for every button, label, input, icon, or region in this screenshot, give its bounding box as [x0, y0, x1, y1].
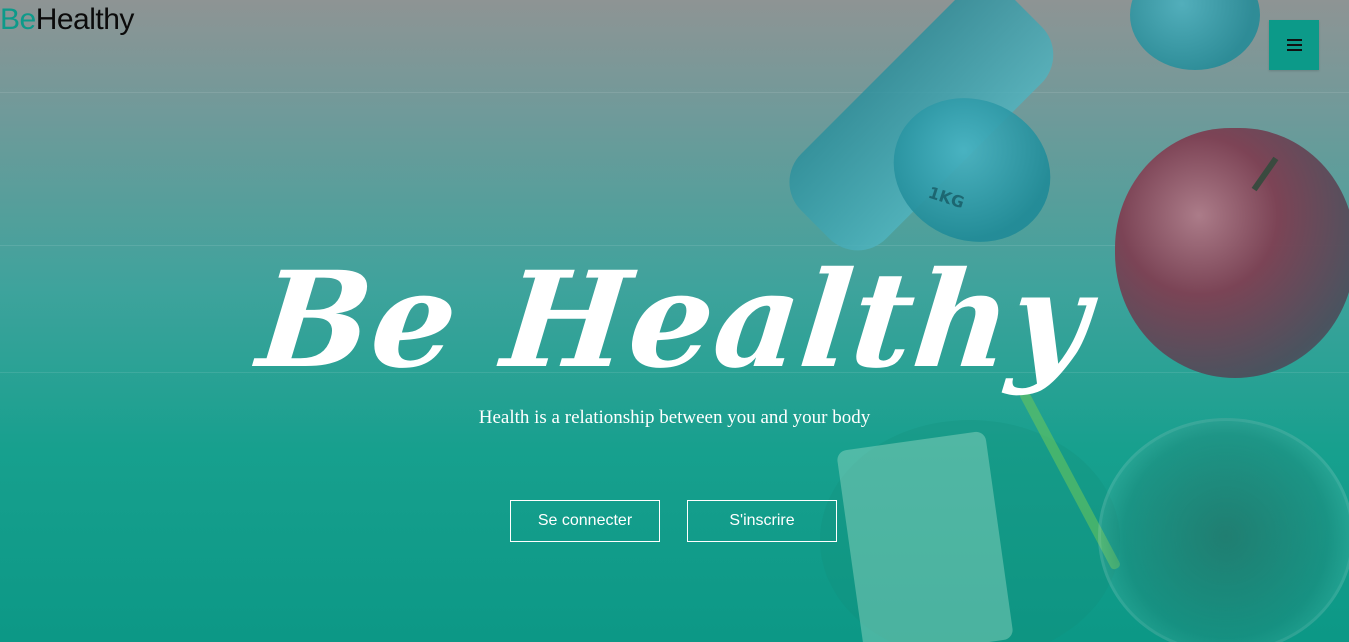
- hero-tagline: Health is a relationship between you and…: [478, 407, 871, 428]
- wood-plank-line: [0, 92, 1349, 93]
- site-logo[interactable]: BeHealthy: [0, 2, 134, 38]
- logo-healthy: Healthy: [35, 3, 135, 36]
- dumbbell-image: [1130, 0, 1260, 70]
- logo-be: Be: [0, 3, 36, 36]
- hero-title: Be Healthy: [251, 243, 1098, 398]
- menu-button[interactable]: [1269, 20, 1319, 70]
- signup-button[interactable]: S'inscrire: [687, 500, 837, 542]
- glass-image: [1098, 418, 1349, 642]
- login-button[interactable]: Se connecter: [510, 500, 660, 542]
- snack-bar-image: [836, 430, 1014, 642]
